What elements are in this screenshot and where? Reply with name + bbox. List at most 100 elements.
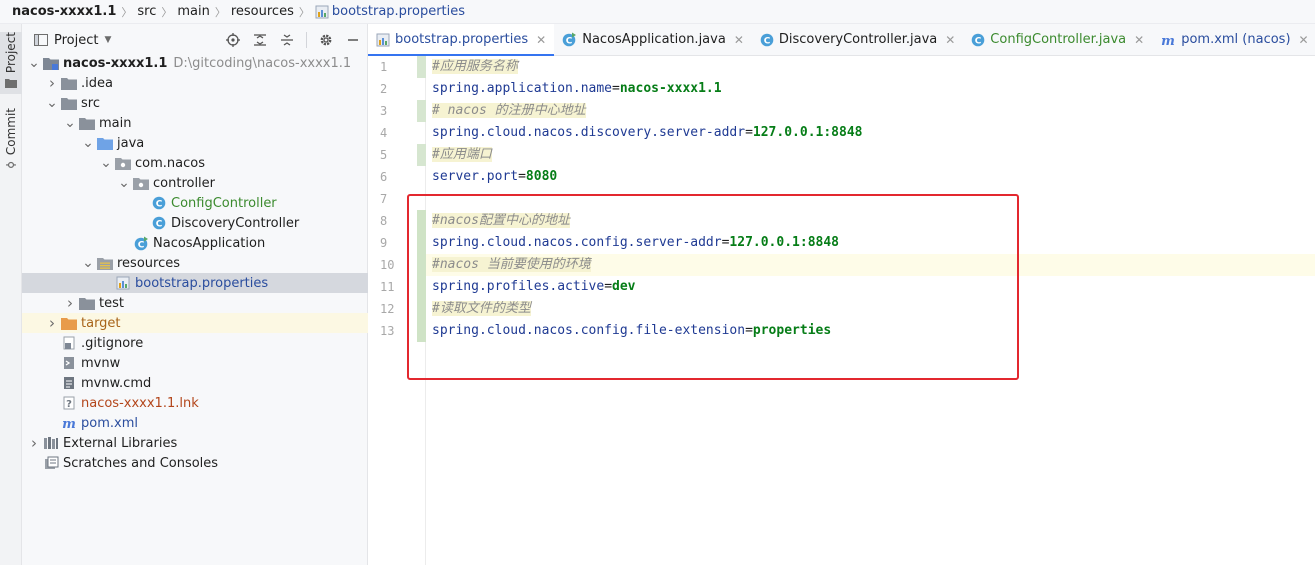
code-line[interactable]: #应用端口 [426,144,1315,166]
tree-item[interactable]: › test [22,293,368,313]
svg-text:?: ? [66,399,72,410]
line-number[interactable]: 7 [368,188,425,210]
tree-item[interactable]: ⌄ main [22,113,368,133]
close-icon[interactable]: ✕ [536,33,546,47]
line-number[interactable]: 2 [368,78,425,100]
project-panel-title: Project [54,32,99,48]
tree-item[interactable]: mvnw [22,353,368,373]
breadcrumb-file[interactable]: bootstrap.properties [315,4,465,19]
tree-item[interactable]: ⌄ com.nacos [22,153,368,173]
settings-button[interactable] [318,32,334,48]
expand-all-button[interactable] [252,32,268,48]
tree-item[interactable]: bootstrap.properties [22,273,368,293]
code-line[interactable]: spring.cloud.nacos.config.file-extension… [426,320,1315,342]
chevron-down-icon[interactable]: ⌄ [98,156,114,170]
breadcrumb-resources[interactable]: resources [231,4,294,19]
project-tool-tab[interactable]: Project [0,32,22,94]
vcs-added-marker[interactable] [417,210,426,342]
tree-item[interactable]: C NacosApplication [22,233,368,253]
chevron-down-icon[interactable]: ⌄ [44,96,60,110]
code-line[interactable]: spring.profiles.active=dev [426,276,1315,298]
editor-tab[interactable]: m pom.xml (nacos) ✕ [1152,24,1315,55]
property-value: properties [752,323,832,338]
tree-item[interactable]: › .idea [22,73,368,93]
code-line[interactable] [426,188,1315,210]
tree-item[interactable]: ? nacos-xxxx1.1.lnk [22,393,368,413]
breadcrumb-project[interactable]: nacos-xxxx1.1 [12,4,116,19]
tree-item[interactable]: › External Libraries [22,433,368,453]
tree-item-label: nacos-xxxx1.1.lnk [81,395,199,411]
editor-content[interactable]: #应用服务名称 spring.application.name=nacos-xxx… [426,56,1315,342]
chevron-down-icon[interactable]: ⌄ [116,176,132,190]
tree-item[interactable]: Scratches and Consoles [22,453,368,473]
locate-file-button[interactable] [225,32,241,48]
close-icon[interactable]: ✕ [1299,33,1309,47]
editor-tab[interactable]: C ConfigController.java ✕ [963,24,1152,55]
breadcrumb-src[interactable]: src [137,4,156,19]
gitignore-file-icon [60,336,78,350]
code-editor[interactable]: 1 2 3 4 5 6 7 8 9 10 11 12 13 #应用服务名称 spring.applicat… [368,56,1315,565]
chevron-down-icon[interactable]: ⌄ [80,136,96,150]
tree-item[interactable]: mvnw.cmd [22,373,368,393]
tree-item[interactable]: ⌄ resources [22,253,368,273]
tree-item-label: java [117,135,145,151]
hide-panel-button[interactable] [345,32,361,48]
vcs-change-marker[interactable] [417,56,426,78]
tree-item-label: Scratches and Consoles [63,455,219,471]
chevron-down-icon[interactable]: ⌄ [80,256,96,270]
tree-item[interactable]: C ConfigController [22,193,368,213]
tree-item[interactable]: m pom.xml [22,413,368,433]
spring-app-icon: C [132,236,150,251]
editor-gutter[interactable]: 1 2 3 4 5 6 7 8 9 10 11 12 13 [368,56,426,565]
chevron-right-icon[interactable]: › [44,314,60,332]
code-line[interactable]: spring.cloud.nacos.config.server-addr=12… [426,232,1315,254]
editor-tab[interactable]: bootstrap.properties ✕ [368,24,555,56]
folder-icon [78,117,96,130]
tree-item[interactable]: › target [22,313,368,333]
chevron-down-icon[interactable]: ⌄ [62,116,78,130]
tree-item-label: target [81,315,121,331]
vcs-change-marker[interactable] [417,100,426,122]
code-comment: #应用服务名称 [432,59,518,74]
breadcrumb-main[interactable]: main [177,4,209,19]
line-number[interactable]: 4 [368,122,425,144]
chevron-right-icon[interactable]: › [44,74,60,92]
tree-item[interactable]: C DiscoveryController [22,213,368,233]
editor-tab[interactable]: C DiscoveryController.java ✕ [752,24,963,55]
commit-icon [6,161,16,169]
close-icon[interactable]: ✕ [1134,33,1144,47]
code-comment: #nacos 当前要使用的环境 [432,257,591,272]
chevron-right-icon[interactable]: › [62,294,78,312]
code-line[interactable]: #应用服务名称 [426,56,1315,78]
code-line[interactable]: #nacos配置中心的地址 [426,210,1315,232]
code-line[interactable]: spring.application.name=nacos-xxxx1.1 [426,78,1315,100]
minimize-icon [348,39,358,41]
project-view-selector[interactable]: Project ▼ [34,33,111,48]
tree-item[interactable]: .gitignore [22,333,368,353]
tree-item[interactable]: ⌄ nacos-xxxx1.1 D:\gitcoding\nacos-xxxx1.1 [22,53,368,73]
text-file-icon [60,376,78,390]
close-icon[interactable]: ✕ [734,33,744,47]
tree-item[interactable]: ⌄ src [22,93,368,113]
close-icon[interactable]: ✕ [945,33,955,47]
chevron-right-icon: 〉 [214,5,226,19]
code-line[interactable]: server.port=8080 [426,166,1315,188]
code-comment: #nacos配置中心的地址 [432,213,570,228]
commit-tool-tab[interactable]: Commit [0,108,22,170]
java-class-icon: C [150,196,168,210]
toolbar-divider [306,32,307,48]
tree-item[interactable]: ⌄ controller [22,173,368,193]
code-line[interactable]: # nacos 的注册中心地址 [426,100,1315,122]
editor-tab[interactable]: C NacosApplication.java ✕ [554,24,752,55]
chevron-right-icon[interactable]: › [26,434,42,452]
tree-item-label: External Libraries [63,435,178,451]
collapse-all-button[interactable] [279,32,295,48]
tree-item[interactable]: ⌄ java [22,133,368,153]
code-line[interactable]: #nacos 当前要使用的环境 [426,254,1315,276]
chevron-down-icon[interactable]: ⌄ [26,56,42,70]
code-line[interactable]: #读取文件的类型 [426,298,1315,320]
line-number[interactable]: 6 [368,166,425,188]
code-line[interactable]: spring.cloud.nacos.discovery.server-addr… [426,122,1315,144]
crosshair-icon [226,33,240,47]
vcs-change-marker[interactable] [417,144,426,166]
